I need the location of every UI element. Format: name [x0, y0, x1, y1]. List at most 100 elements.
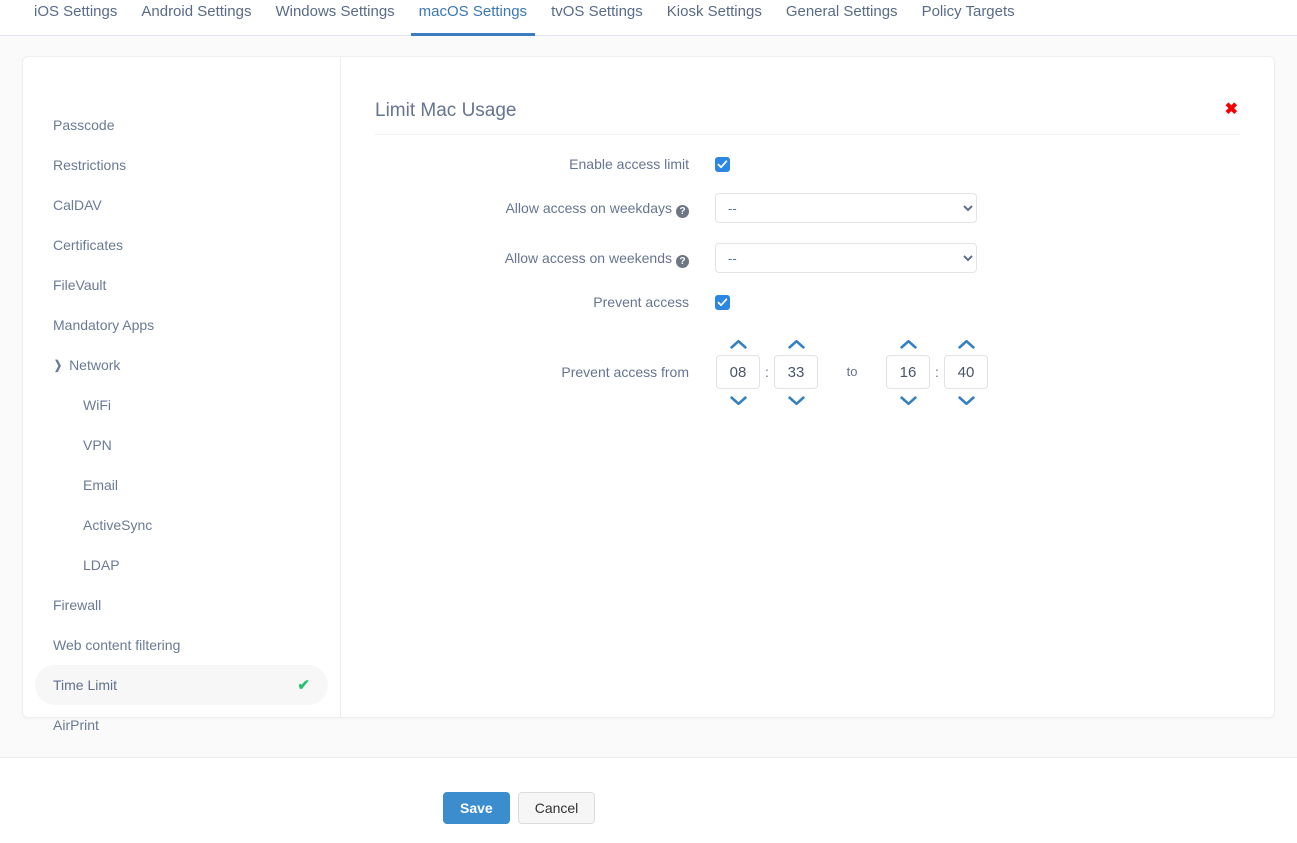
weekdays-label-text: Allow access on weekdays	[505, 199, 672, 216]
enable-access-limit-checkbox[interactable]	[715, 157, 730, 173]
sidebar-item-firewall[interactable]: Firewall	[35, 585, 328, 625]
sidebar-item-time-limit[interactable]: Time Limit ✔	[35, 665, 328, 705]
form-row-enable-access-limit: Enable access limit	[375, 155, 1240, 173]
sidebar-item-certificates[interactable]: Certificates	[35, 225, 328, 265]
from-minute-input[interactable]	[774, 355, 818, 389]
sidebar-item-activesync[interactable]: ActiveSync	[35, 505, 328, 545]
settings-tabbar: iOS Settings Android Settings Windows Se…	[0, 0, 1297, 36]
sidebar-item-label: FileVault	[53, 277, 107, 293]
workspace: Passcode Restrictions CalDAV Certificate…	[0, 36, 1297, 758]
from-hour-input[interactable]	[716, 355, 760, 389]
sidebar-item-wifi[interactable]: WiFi	[35, 385, 328, 425]
chevron-down-icon[interactable]	[899, 389, 917, 411]
to-minute-spinner	[943, 333, 989, 411]
sidebar-item-label: Passcode	[53, 117, 115, 133]
form-row-weekdays: Allow access on weekdays? --	[375, 193, 1240, 223]
time-range-group: :	[715, 333, 1240, 411]
sidebar-item-vpn[interactable]: VPN	[35, 425, 328, 465]
tab-windows-settings[interactable]: Windows Settings	[263, 0, 406, 35]
sidebar-item-label: WiFi	[83, 397, 111, 413]
tab-kiosk-settings[interactable]: Kiosk Settings	[655, 0, 774, 35]
tab-macos-settings[interactable]: macOS Settings	[407, 0, 539, 36]
settings-sidebar: Passcode Restrictions CalDAV Certificate…	[23, 57, 341, 733]
panel-header: Limit Mac Usage ✖	[375, 99, 1240, 135]
enable-access-limit-field	[715, 156, 1240, 173]
chevron-right-icon: ❯	[54, 358, 63, 372]
tab-ios-settings[interactable]: iOS Settings	[22, 0, 129, 35]
weekends-label: Allow access on weekends?	[375, 249, 715, 268]
form-row-weekends: Allow access on weekends? --	[375, 243, 1240, 273]
from-time-colon: :	[765, 364, 769, 380]
weekdays-field: --	[715, 193, 1240, 223]
sidebar-item-filevault[interactable]: FileVault	[35, 265, 328, 305]
sidebar-item-airprint[interactable]: AirPrint	[35, 705, 328, 745]
tab-label: Android Settings	[141, 3, 252, 20]
cancel-button[interactable]: Cancel	[517, 792, 596, 824]
weekends-select[interactable]: --	[715, 243, 977, 273]
sidebar-item-label: ActiveSync	[83, 517, 153, 533]
chevron-down-icon[interactable]	[957, 389, 975, 411]
weekdays-select[interactable]: --	[715, 193, 977, 223]
sidebar-item-passcode[interactable]: Passcode	[35, 105, 328, 145]
tab-label: iOS Settings	[34, 3, 118, 20]
to-label: to	[846, 364, 858, 379]
chevron-up-icon[interactable]	[787, 333, 805, 355]
chevron-up-icon[interactable]	[957, 333, 975, 355]
settings-content: Limit Mac Usage ✖ Enable access limit Al…	[341, 57, 1274, 717]
chevron-down-icon[interactable]	[729, 389, 747, 411]
tab-label: tvOS Settings	[551, 3, 643, 20]
sidebar-item-label: CalDAV	[53, 197, 102, 213]
tab-policy-targets[interactable]: Policy Targets	[910, 0, 1027, 35]
to-hour-input[interactable]	[886, 355, 930, 389]
to-hour-spinner	[885, 333, 931, 411]
sidebar-item-ldap[interactable]: LDAP	[35, 545, 328, 585]
help-icon[interactable]: ?	[676, 204, 689, 218]
sidebar-item-label: Certificates	[53, 237, 124, 253]
tab-tvos-settings[interactable]: tvOS Settings	[539, 0, 655, 35]
sidebar-item-web-content-filtering[interactable]: Web content filtering	[35, 625, 328, 665]
chevron-up-icon[interactable]	[899, 333, 917, 355]
prevent-access-field	[715, 294, 1240, 311]
prevent-access-label: Prevent access	[593, 294, 689, 310]
check-icon: ✔	[297, 677, 310, 694]
chevron-down-icon[interactable]	[787, 389, 805, 411]
sidebar-item-label: Email	[83, 477, 119, 493]
enable-access-limit-label: Enable access limit	[569, 156, 689, 172]
chevron-up-icon[interactable]	[729, 333, 747, 355]
close-icon[interactable]: ✖	[1223, 99, 1240, 121]
prevent-access-from-field: :	[715, 333, 1240, 411]
sidebar-item-label: Restrictions	[53, 157, 127, 173]
tab-general-settings[interactable]: General Settings	[774, 0, 910, 35]
limit-mac-usage-form: Enable access limit Allow access on week…	[375, 135, 1240, 411]
sidebar-item-label: LDAP	[83, 557, 120, 573]
sidebar-item-label: Web content filtering	[53, 637, 181, 653]
tab-label: General Settings	[785, 3, 898, 20]
sidebar-item-network[interactable]: ❯ Network	[35, 345, 328, 385]
prevent-access-from-label: Prevent access from	[561, 364, 689, 380]
sidebar-item-label: Time Limit	[53, 677, 118, 693]
sidebar-item-mandatory-apps[interactable]: Mandatory Apps	[35, 305, 328, 345]
sidebar-item-label: Network	[69, 357, 121, 373]
weekends-field: --	[715, 243, 1240, 273]
tab-label: Kiosk Settings	[666, 3, 762, 20]
tab-label: Policy Targets	[921, 3, 1015, 20]
sidebar-item-email[interactable]: Email	[35, 465, 328, 505]
sidebar-item-restrictions[interactable]: Restrictions	[35, 145, 328, 185]
help-icon[interactable]: ?	[676, 254, 689, 268]
sidebar-item-label: Mandatory Apps	[53, 317, 155, 333]
page-title: Limit Mac Usage	[375, 100, 517, 121]
form-actions: Save Cancel	[0, 758, 1297, 843]
weekends-label-text: Allow access on weekends	[504, 249, 672, 266]
save-button[interactable]: Save	[443, 792, 510, 824]
to-minute-input[interactable]	[944, 355, 988, 389]
tab-label: macOS Settings	[418, 3, 528, 20]
from-minute-spinner	[773, 333, 819, 411]
weekdays-label: Allow access on weekdays?	[375, 199, 715, 218]
tab-android-settings[interactable]: Android Settings	[129, 0, 263, 35]
sidebar-item-label: VPN	[83, 437, 112, 453]
sidebar-item-caldav[interactable]: CalDAV	[35, 185, 328, 225]
settings-card: Passcode Restrictions CalDAV Certificate…	[22, 56, 1275, 733]
from-hour-spinner	[715, 333, 761, 411]
prevent-access-checkbox[interactable]	[715, 295, 730, 311]
sidebar-item-label: Firewall	[53, 597, 102, 613]
